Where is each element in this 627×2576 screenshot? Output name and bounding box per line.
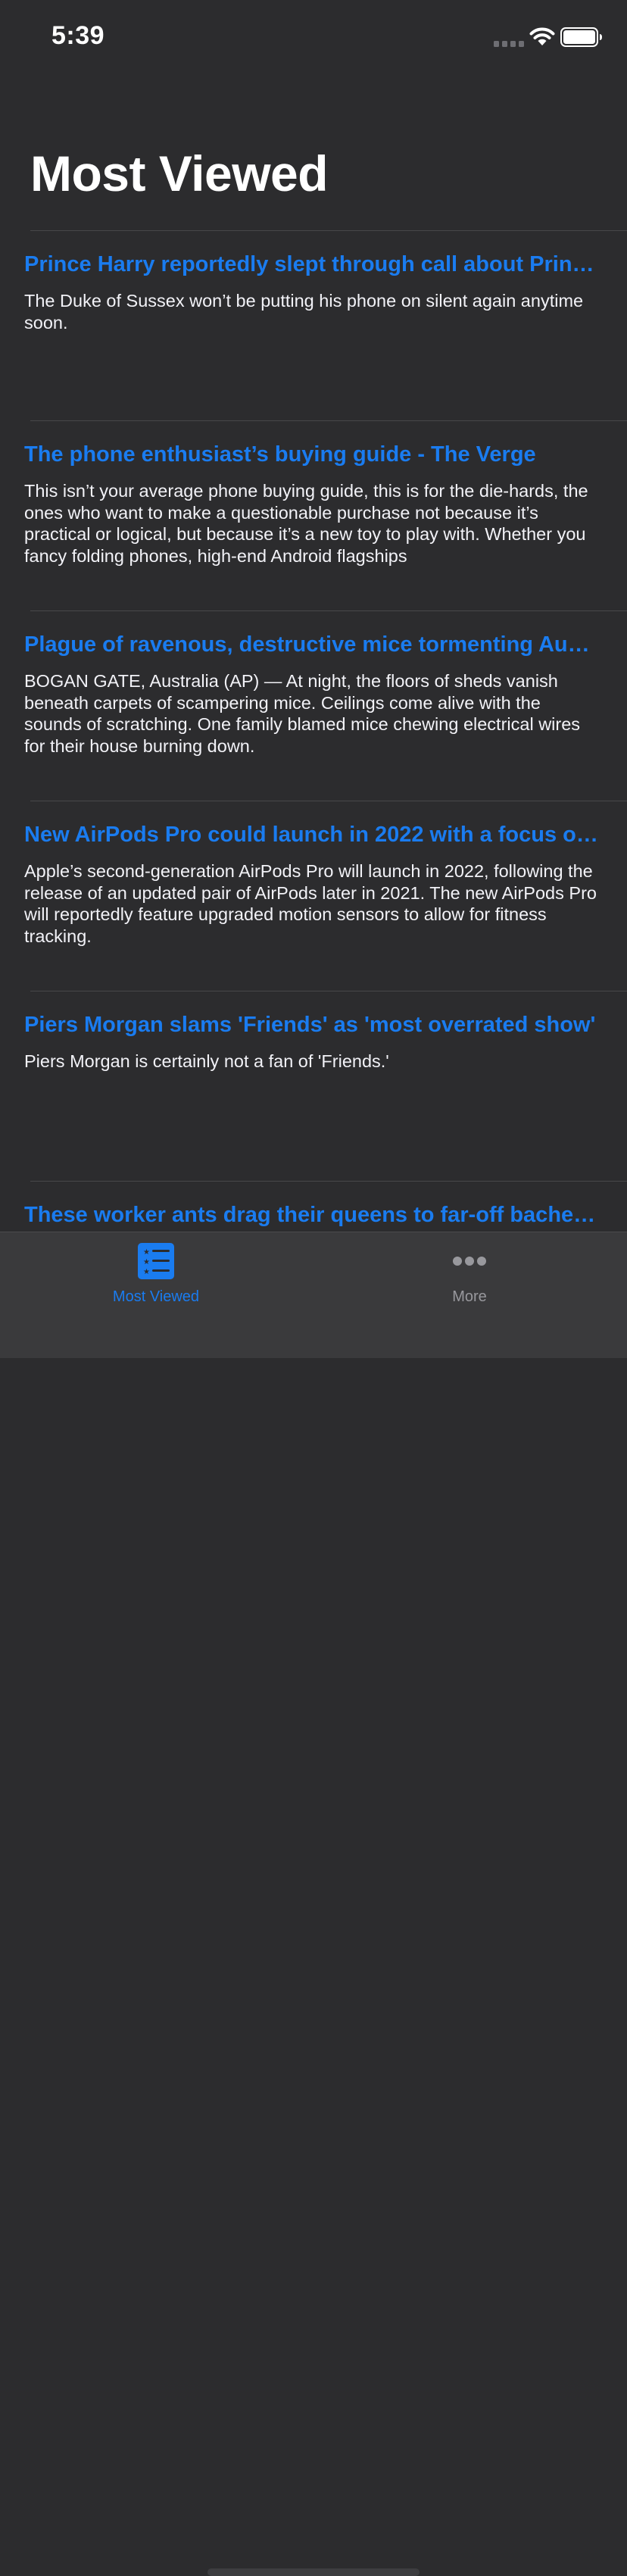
list-item[interactable]: The phone enthusiast’s buying guide - Th… [24,420,627,610]
status-bar: 5:39 [0,0,627,76]
article-summary: This isn’t your average phone buying gui… [24,481,588,566]
article-summary: The Duke of Sussex won’t be putting his … [24,291,584,333]
home-indicator [207,2568,420,2576]
list-item[interactable]: Prince Harry reportedly slept through ca… [24,230,627,420]
svg-text:★: ★ [143,1268,150,1276]
tab-label: More [452,1288,487,1305]
battery-icon [560,27,602,47]
cellular-signal-icon [494,41,524,47]
article-summary: Piers Morgan is certainly not a fan of '… [24,1051,389,1071]
starred-list-icon: ★ ★ ★ [138,1243,174,1279]
list-item[interactable]: Plague of ravenous, destructive mice tor… [24,610,627,801]
article-title[interactable]: The phone enthusiast’s buying guide - Th… [24,439,600,470]
article-list[interactable]: Prince Harry reportedly slept through ca… [0,230,627,1232]
svg-text:★: ★ [143,1248,150,1257]
status-time: 5:39 [51,21,105,50]
list-item[interactable]: Piers Morgan slams 'Friends' as 'most ov… [24,991,627,1181]
tab-bar: ★ ★ ★ Most Viewed More [0,1232,627,2576]
more-dots-icon [453,1257,486,1266]
article-title[interactable]: New AirPods Pro could launch in 2022 wit… [24,820,600,850]
article-title[interactable]: These worker ants drag their queens to f… [24,1200,600,1230]
wifi-icon [529,27,555,45]
page-title: Most Viewed [30,145,329,201]
article-title[interactable]: Piers Morgan slams 'Friends' as 'most ov… [24,1010,600,1040]
list-item[interactable]: New AirPods Pro could launch in 2022 wit… [24,801,627,991]
tab-more[interactable]: More [394,1243,545,1306]
article-title[interactable]: Prince Harry reportedly slept through ca… [24,249,600,279]
article-summary: BOGAN GATE, Australia (AP) — At night, t… [24,671,581,756]
article-title[interactable]: Plague of ravenous, destructive mice tor… [24,629,600,660]
list-item[interactable]: These worker ants drag their queens to f… [24,1181,627,1232]
tab-most-viewed[interactable]: ★ ★ ★ Most Viewed [80,1243,232,1306]
tab-label: Most Viewed [112,1288,200,1305]
article-summary: Apple’s second-generation AirPods Pro wi… [24,861,597,946]
svg-text:★: ★ [143,1258,150,1266]
